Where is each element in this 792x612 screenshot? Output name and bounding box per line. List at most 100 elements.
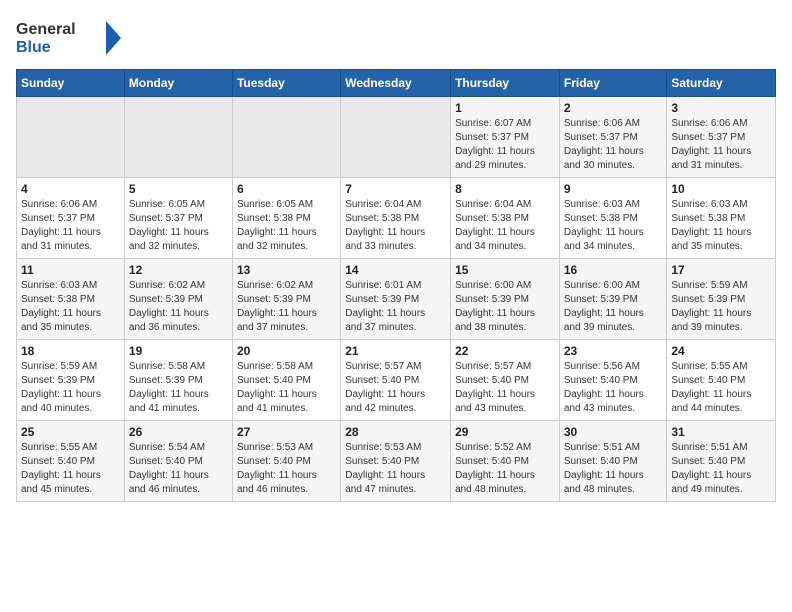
- day-detail: Sunrise: 5:55 AM Sunset: 5:40 PM Dayligh…: [671, 360, 771, 416]
- day-number: 16: [564, 263, 663, 277]
- calendar-cell: 26Sunrise: 5:54 AM Sunset: 5:40 PM Dayli…: [124, 421, 232, 502]
- calendar-cell: 15 Sunrise: 6:00 AM Sunset: 5:39 PM Dayli…: [451, 259, 560, 340]
- calendar-cell: 4 Sunrise: 6:06 AM Sunset: 5:37 PM Daylig…: [17, 178, 125, 259]
- day-number: 8: [455, 182, 555, 196]
- calendar-week-row: 18Sunrise: 5:59 AM Sunset: 5:39 PM Dayli…: [17, 340, 776, 421]
- day-number: 27: [237, 425, 336, 439]
- calendar-cell: 2 Sunrise: 6:06 AM Sunset: 5:37 PM Daylig…: [559, 97, 667, 178]
- day-number: 20: [237, 344, 336, 358]
- day-detail: Sunrise: 6:04 AM Sunset: 5:38 PM Dayligh…: [455, 198, 555, 254]
- day-detail: Sunrise: 5:53 AM Sunset: 5:40 PM Dayligh…: [345, 441, 446, 497]
- weekday-header-thursday: Thursday: [451, 70, 560, 97]
- calendar-cell: 5 Sunrise: 6:05 AM Sunset: 5:37 PM Daylig…: [124, 178, 232, 259]
- calendar-cell: [17, 97, 125, 178]
- calendar-cell: 17Sunrise: 5:59 AM Sunset: 5:39 PM Dayli…: [667, 259, 776, 340]
- calendar-cell: 23 Sunrise: 5:56 AM Sunset: 5:40 PM Dayli…: [559, 340, 667, 421]
- day-detail: Sunrise: 5:53 AM Sunset: 5:40 PM Dayligh…: [237, 441, 336, 497]
- day-number: 23: [564, 344, 663, 358]
- calendar-cell: 12Sunrise: 6:02 AM Sunset: 5:39 PM Dayli…: [124, 259, 232, 340]
- day-number: 30: [564, 425, 663, 439]
- day-detail: Sunrise: 5:51 AM Sunset: 5:40 PM Dayligh…: [671, 441, 771, 497]
- calendar-cell: 13 Sunrise: 6:02 AM Sunset: 5:39 PM Dayli…: [232, 259, 340, 340]
- day-number: 29: [455, 425, 555, 439]
- day-number: 10: [671, 182, 771, 196]
- day-detail: Sunrise: 6:00 AM Sunset: 5:39 PM Dayligh…: [455, 279, 555, 335]
- day-detail: Sunrise: 5:55 AM Sunset: 5:40 PM Dayligh…: [21, 441, 120, 497]
- day-detail: Sunrise: 5:59 AM Sunset: 5:39 PM Dayligh…: [671, 279, 771, 335]
- calendar-cell: 9Sunrise: 6:03 AM Sunset: 5:38 PM Daylig…: [559, 178, 667, 259]
- day-number: 13: [237, 263, 336, 277]
- day-number: 18: [21, 344, 120, 358]
- calendar-cell: 11Sunrise: 6:03 AM Sunset: 5:38 PM Dayli…: [17, 259, 125, 340]
- calendar-cell: 27 Sunrise: 5:53 AM Sunset: 5:40 PM Dayli…: [232, 421, 340, 502]
- day-detail: Sunrise: 5:58 AM Sunset: 5:39 PM Dayligh…: [129, 360, 228, 416]
- day-number: 3: [671, 101, 771, 115]
- calendar-header: SundayMondayTuesdayWednesdayThursdayFrid…: [17, 70, 776, 97]
- calendar-cell: 19 Sunrise: 5:58 AM Sunset: 5:39 PM Dayli…: [124, 340, 232, 421]
- svg-text:Blue: Blue: [16, 39, 51, 56]
- day-detail: Sunrise: 5:56 AM Sunset: 5:40 PM Dayligh…: [564, 360, 663, 416]
- day-detail: Sunrise: 6:05 AM Sunset: 5:37 PM Dayligh…: [129, 198, 228, 254]
- day-detail: Sunrise: 5:58 AM Sunset: 5:40 PM Dayligh…: [237, 360, 336, 416]
- day-detail: Sunrise: 6:06 AM Sunset: 5:37 PM Dayligh…: [564, 117, 663, 173]
- day-number: 5: [129, 182, 228, 196]
- weekday-header-monday: Monday: [124, 70, 232, 97]
- day-detail: Sunrise: 6:04 AM Sunset: 5:38 PM Dayligh…: [345, 198, 446, 254]
- day-number: 1: [455, 101, 555, 115]
- calendar-cell: 7 Sunrise: 6:04 AM Sunset: 5:38 PM Daylig…: [341, 178, 451, 259]
- day-number: 7: [345, 182, 446, 196]
- calendar-cell: [124, 97, 232, 178]
- weekday-header-sunday: Sunday: [17, 70, 125, 97]
- calendar-cell: 20 Sunrise: 5:58 AM Sunset: 5:40 PM Dayli…: [232, 340, 340, 421]
- calendar-cell: 22 Sunrise: 5:57 AM Sunset: 5:40 PM Dayli…: [451, 340, 560, 421]
- calendar-cell: 16 Sunrise: 6:00 AM Sunset: 5:39 PM Dayli…: [559, 259, 667, 340]
- calendar-cell: 14 Sunrise: 6:01 AM Sunset: 5:39 PM Dayli…: [341, 259, 451, 340]
- day-detail: Sunrise: 5:52 AM Sunset: 5:40 PM Dayligh…: [455, 441, 555, 497]
- day-number: 4: [21, 182, 120, 196]
- day-detail: Sunrise: 6:06 AM Sunset: 5:37 PM Dayligh…: [21, 198, 120, 254]
- day-detail: Sunrise: 6:02 AM Sunset: 5:39 PM Dayligh…: [129, 279, 228, 335]
- day-number: 15: [455, 263, 555, 277]
- day-detail: Sunrise: 6:07 AM Sunset: 5:37 PM Dayligh…: [455, 117, 555, 173]
- calendar-cell: 25Sunrise: 5:55 AM Sunset: 5:40 PM Dayli…: [17, 421, 125, 502]
- day-detail: Sunrise: 6:00 AM Sunset: 5:39 PM Dayligh…: [564, 279, 663, 335]
- day-number: 2: [564, 101, 663, 115]
- weekday-header-saturday: Saturday: [667, 70, 776, 97]
- calendar-cell: 29 Sunrise: 5:52 AM Sunset: 5:40 PM Dayli…: [451, 421, 560, 502]
- calendar-cell: 6Sunrise: 6:05 AM Sunset: 5:38 PM Daylig…: [232, 178, 340, 259]
- day-number: 9: [564, 182, 663, 196]
- day-number: 24: [671, 344, 771, 358]
- day-detail: Sunrise: 5:57 AM Sunset: 5:40 PM Dayligh…: [455, 360, 555, 416]
- logo: GeneralBlue: [16, 16, 126, 61]
- weekday-header-wednesday: Wednesday: [341, 70, 451, 97]
- page-header: GeneralBlue: [16, 16, 776, 61]
- calendar-cell: 1 Sunrise: 6:07 AM Sunset: 5:37 PM Daylig…: [451, 97, 560, 178]
- day-detail: Sunrise: 5:57 AM Sunset: 5:40 PM Dayligh…: [345, 360, 446, 416]
- day-detail: Sunrise: 6:05 AM Sunset: 5:38 PM Dayligh…: [237, 198, 336, 254]
- svg-text:General: General: [16, 21, 76, 38]
- calendar-week-row: 4 Sunrise: 6:06 AM Sunset: 5:37 PM Daylig…: [17, 178, 776, 259]
- weekday-header-tuesday: Tuesday: [232, 70, 340, 97]
- calendar-week-row: 25Sunrise: 5:55 AM Sunset: 5:40 PM Dayli…: [17, 421, 776, 502]
- calendar-cell: 3 Sunrise: 6:06 AM Sunset: 5:37 PM Daylig…: [667, 97, 776, 178]
- calendar-cell: 10Sunrise: 6:03 AM Sunset: 5:38 PM Dayli…: [667, 178, 776, 259]
- day-number: 14: [345, 263, 446, 277]
- day-number: 28: [345, 425, 446, 439]
- day-detail: Sunrise: 5:51 AM Sunset: 5:40 PM Dayligh…: [564, 441, 663, 497]
- calendar-table: SundayMondayTuesdayWednesdayThursdayFrid…: [16, 69, 776, 502]
- calendar-cell: 28 Sunrise: 5:53 AM Sunset: 5:40 PM Dayli…: [341, 421, 451, 502]
- day-detail: Sunrise: 6:01 AM Sunset: 5:39 PM Dayligh…: [345, 279, 446, 335]
- day-number: 21: [345, 344, 446, 358]
- day-detail: Sunrise: 6:06 AM Sunset: 5:37 PM Dayligh…: [671, 117, 771, 173]
- calendar-body: 1 Sunrise: 6:07 AM Sunset: 5:37 PM Daylig…: [17, 97, 776, 502]
- day-number: 31: [671, 425, 771, 439]
- day-detail: Sunrise: 6:03 AM Sunset: 5:38 PM Dayligh…: [21, 279, 120, 335]
- day-detail: Sunrise: 6:02 AM Sunset: 5:39 PM Dayligh…: [237, 279, 336, 335]
- calendar-week-row: 11Sunrise: 6:03 AM Sunset: 5:38 PM Dayli…: [17, 259, 776, 340]
- day-number: 19: [129, 344, 228, 358]
- day-number: 22: [455, 344, 555, 358]
- calendar-cell: 30 Sunrise: 5:51 AM Sunset: 5:40 PM Dayli…: [559, 421, 667, 502]
- calendar-cell: 21 Sunrise: 5:57 AM Sunset: 5:40 PM Dayli…: [341, 340, 451, 421]
- calendar-week-row: 1 Sunrise: 6:07 AM Sunset: 5:37 PM Daylig…: [17, 97, 776, 178]
- day-number: 26: [129, 425, 228, 439]
